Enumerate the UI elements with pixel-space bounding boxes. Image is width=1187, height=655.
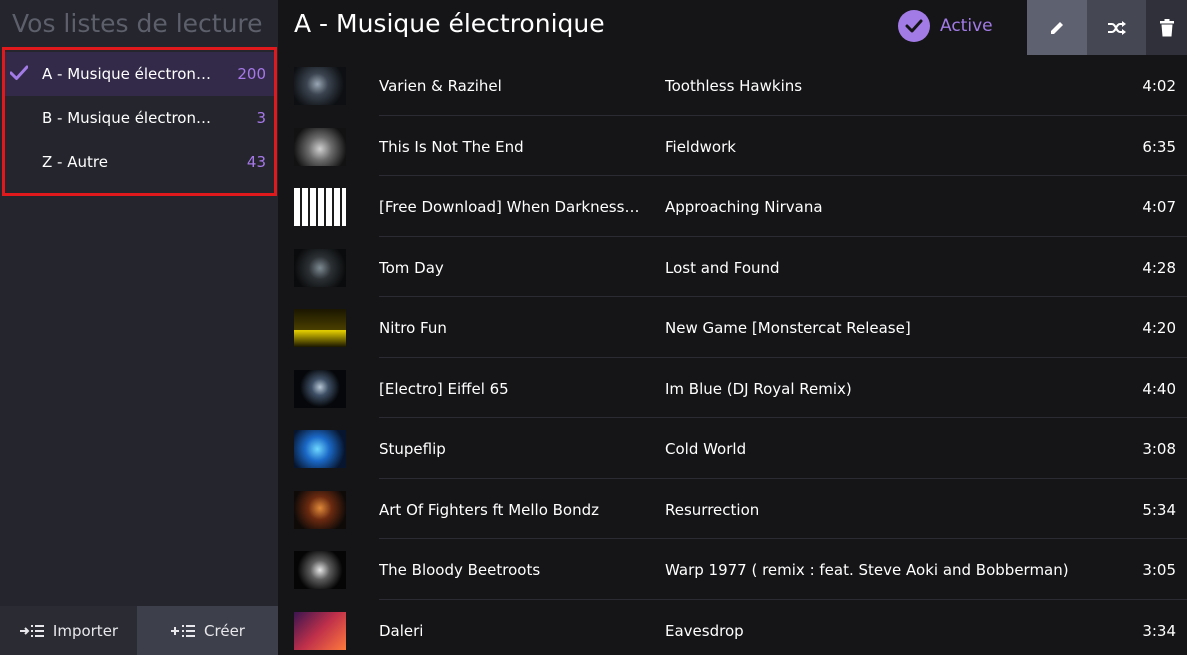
track-artist: Art Of Fighters ft Mello Bondz bbox=[379, 500, 600, 519]
track-row[interactable]: Daleri Eavesdrop 3:34 bbox=[294, 600, 1187, 655]
track-thumbnail bbox=[294, 309, 346, 347]
add-list-icon bbox=[171, 624, 196, 637]
track-title: New Game [Monstercat Release] bbox=[665, 319, 911, 337]
active-toggle[interactable]: Active bbox=[898, 9, 993, 43]
playlist-name: Z - Autre bbox=[42, 153, 108, 171]
track-title: Fieldwork bbox=[665, 137, 736, 156]
track-duration: 6:35 bbox=[1142, 137, 1176, 156]
delete-button[interactable] bbox=[1146, 0, 1187, 55]
shuffle-icon bbox=[1107, 20, 1126, 35]
track-duration: 3:08 bbox=[1142, 440, 1176, 458]
track-row[interactable]: This Is Not The End Fieldwork 6:35 bbox=[294, 116, 1187, 176]
track-row[interactable]: Art Of Fighters ft Mello Bondz Resurrecti… bbox=[294, 479, 1187, 539]
check-icon bbox=[10, 65, 28, 80]
track-thumbnail bbox=[294, 611, 346, 650]
pencil-icon bbox=[1051, 21, 1063, 34]
track-duration: 3:05 bbox=[1142, 561, 1176, 579]
create-label: Créer bbox=[204, 621, 245, 640]
track-artist: Nitro Fun bbox=[379, 319, 447, 337]
track-thumbnail bbox=[294, 369, 346, 408]
playlist-item-b[interactable]: B - Musique électronique 3 bbox=[5, 96, 274, 140]
track-artist: [Free Download] When Darkness Comes bbox=[379, 198, 643, 216]
track-artist: Varien & Razihel bbox=[379, 77, 502, 95]
track-row[interactable]: The Bloody Beetroots Warp 1977 ( remix : … bbox=[294, 539, 1187, 600]
playlist-list: A - Musique électronique 200 B - Musique… bbox=[2, 47, 277, 196]
import-button[interactable]: Importer bbox=[0, 606, 137, 655]
track-title: Approaching Nirvana bbox=[665, 198, 823, 216]
track-title: Eavesdrop bbox=[665, 621, 744, 640]
playlist-item-a[interactable]: A - Musique électronique 200 bbox=[5, 52, 274, 96]
track-duration: 4:07 bbox=[1142, 198, 1176, 216]
toolbar bbox=[1027, 0, 1187, 55]
track-list: Varien & Razihel Toothless Hawkins 4:02 Thi… bbox=[294, 55, 1187, 655]
edit-button[interactable] bbox=[1027, 0, 1087, 55]
track-duration: 4:02 bbox=[1142, 77, 1176, 95]
shuffle-button[interactable] bbox=[1087, 0, 1146, 55]
track-artist: Tom Day bbox=[379, 258, 444, 277]
track-row[interactable]: Varien & Razihel Toothless Hawkins 4:02 bbox=[294, 55, 1187, 116]
track-thumbnail bbox=[294, 248, 346, 287]
track-thumbnail bbox=[294, 551, 346, 589]
track-row[interactable]: Tom Day Lost and Found 4:28 bbox=[294, 237, 1187, 297]
sidebar: Vos listes de lecture A - Musique électr… bbox=[0, 0, 278, 655]
track-artist: This Is Not The End bbox=[379, 137, 524, 156]
track-row[interactable]: [Electro] Eiffel 65 Im Blue (DJ Royal Rem… bbox=[294, 358, 1187, 418]
track-duration: 5:34 bbox=[1142, 500, 1176, 519]
import-list-icon bbox=[19, 624, 44, 637]
page-title: A - Musique électronique bbox=[294, 9, 605, 38]
track-title: Lost and Found bbox=[665, 258, 780, 277]
track-duration: 4:28 bbox=[1142, 258, 1176, 277]
track-duration: 4:40 bbox=[1142, 379, 1176, 398]
track-thumbnail bbox=[294, 490, 346, 529]
track-artist: Daleri bbox=[379, 621, 424, 640]
import-label: Importer bbox=[52, 621, 119, 640]
playlist-count: 43 bbox=[246, 153, 266, 171]
track-row[interactable]: Stupeflip Cold World 3:08 bbox=[294, 418, 1187, 479]
playlist-count: 3 bbox=[256, 109, 266, 127]
playlist-item-z[interactable]: Z - Autre 43 bbox=[5, 140, 274, 184]
track-thumbnail bbox=[294, 430, 346, 468]
track-title: Cold World bbox=[665, 440, 747, 458]
check-circle-icon bbox=[898, 10, 930, 42]
track-title: Im Blue (DJ Royal Remix) bbox=[665, 379, 852, 398]
playlist-count: 200 bbox=[237, 65, 266, 83]
sidebar-title: Vos listes de lecture bbox=[12, 9, 263, 38]
track-artist: The Bloody Beetroots bbox=[379, 561, 541, 579]
track-thumbnail bbox=[294, 67, 346, 105]
track-thumbnail bbox=[294, 188, 346, 226]
track-artist: Stupeflip bbox=[379, 440, 446, 458]
track-title: Resurrection bbox=[665, 500, 760, 519]
track-title: Toothless Hawkins bbox=[665, 77, 803, 95]
active-label: Active bbox=[940, 16, 993, 36]
playlist-name: A - Musique électronique bbox=[42, 65, 212, 83]
track-row[interactable]: Nitro Fun New Game [Monstercat Release] 4:… bbox=[294, 297, 1187, 358]
track-artist: [Electro] Eiffel 65 bbox=[379, 379, 509, 398]
sidebar-footer: Importer Créer bbox=[0, 606, 278, 655]
playlist-name: B - Musique électronique bbox=[42, 109, 212, 127]
track-thumbnail bbox=[294, 127, 346, 166]
main-panel: A - Musique électronique Active Varien &… bbox=[278, 0, 1187, 655]
track-title: Warp 1977 ( remix : feat. Steve Aoki and… bbox=[665, 561, 1069, 579]
track-duration: 4:20 bbox=[1142, 319, 1176, 337]
create-button[interactable]: Créer bbox=[137, 606, 278, 655]
track-row[interactable]: [Free Download] When Darkness Comes Appro… bbox=[294, 176, 1187, 237]
track-duration: 3:34 bbox=[1142, 621, 1176, 640]
trash-icon bbox=[1159, 18, 1174, 36]
